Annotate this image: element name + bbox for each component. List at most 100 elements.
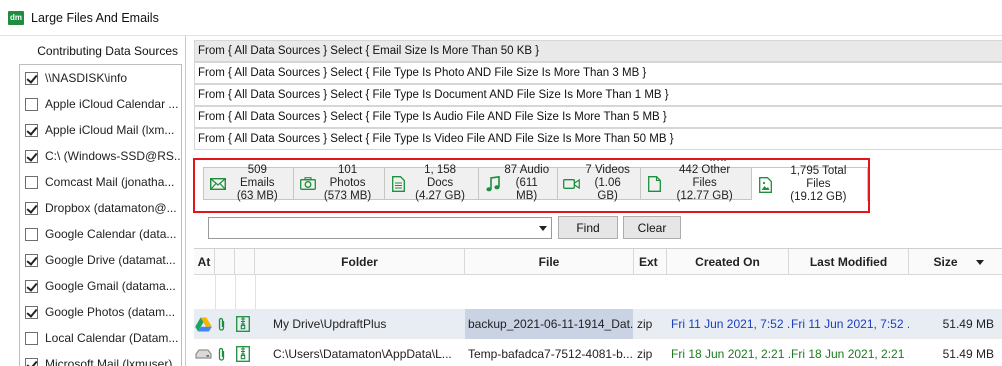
source-checkbox[interactable]	[25, 123, 38, 137]
source-label: Local Calendar (Datam...	[45, 331, 179, 345]
source-label: Google Photos (datam...	[45, 305, 176, 319]
column-header-blank[interactable]	[215, 249, 235, 275]
category-tabs: 509 Emails (63 MB) 101 Photos (573 MB) 1, …	[203, 164, 868, 203]
query-row[interactable]: From { All Data Sources } Select { Email…	[194, 40, 1002, 62]
tab-label: 1, 158 Docs (4.27 GB)	[415, 164, 465, 202]
data-sources-header: Contributing Data Sources	[37, 44, 178, 58]
source-checkbox[interactable]	[25, 201, 38, 215]
camera-icon	[299, 175, 317, 193]
table-row[interactable]: My Drive\UpdraftPlus backup_2021-06-11-1…	[194, 309, 1002, 339]
app-logo-icon: dm	[8, 11, 24, 25]
local-disk-icon	[195, 339, 215, 366]
clear-button[interactable]: Clear	[623, 216, 681, 239]
tab-label: 1,795 Total Files (19.12 GB)	[790, 165, 847, 203]
data-source-item[interactable]: Dropbox (datamaton@...	[20, 195, 181, 221]
data-source-item[interactable]: C:\ (Windows-SSD@RS...	[20, 143, 181, 169]
attachment-icon	[217, 339, 233, 366]
zip-file-icon	[236, 339, 254, 366]
data-source-list: \\NASDISK\info Apple iCloud Calendar ...…	[19, 64, 182, 366]
file-cell: Temp-bafadca7-7512-4081-b...	[468, 347, 633, 361]
main-area: From { All Data Sources } Select { Email…	[190, 36, 1002, 366]
query-row[interactable]: From { All Data Sources } Select { File …	[194, 62, 1002, 84]
find-button[interactable]: Find	[558, 216, 618, 239]
modified-cell: Fri 11 Jun 2021, 7:52 ...	[791, 317, 909, 331]
data-sources-panel: Contributing Data Sources \\NASDISK\info…	[0, 36, 186, 366]
source-label: Apple iCloud Mail (lxm...	[45, 123, 175, 137]
source-label: Google Drive (datamat...	[45, 253, 176, 267]
envelope-icon	[209, 175, 227, 193]
source-checkbox[interactable]	[25, 357, 38, 366]
column-header-size[interactable]: Size	[909, 249, 1002, 275]
source-checkbox[interactable]	[25, 71, 38, 85]
data-source-item[interactable]: Google Drive (datamat...	[20, 247, 181, 273]
data-source-item[interactable]: Google Photos (datam...	[20, 299, 181, 325]
query-row[interactable]: From { All Data Sources } Select { File …	[194, 128, 1002, 150]
tab-docs[interactable]: 1, 158 Docs (4.27 GB)	[384, 164, 479, 202]
source-checkbox[interactable]	[25, 175, 38, 189]
tab-other-files[interactable]: 442 Other Files (12.77 GB)	[640, 164, 752, 202]
grid-header: At Folder File Ext Created On Last Modif…	[194, 249, 1002, 275]
google-drive-icon	[195, 309, 215, 339]
search-input[interactable]	[208, 217, 552, 239]
query-row[interactable]: From { All Data Sources } Select { File …	[194, 84, 1002, 106]
size-cell: 51.49 MB	[942, 317, 994, 331]
column-divider	[235, 275, 236, 309]
column-header-ext[interactable]: Ext	[634, 249, 667, 275]
zip-file-icon	[236, 309, 254, 339]
source-checkbox[interactable]	[25, 305, 38, 319]
data-source-item[interactable]: Comcast Mail (jonatha...	[20, 169, 181, 195]
file-cell: backup_2021-06-11-1914_Dat...	[465, 309, 633, 339]
tab-audio[interactable]: 87 Audio (611 MB)	[478, 164, 558, 202]
column-header-last-modified[interactable]: Last Modified	[789, 249, 909, 275]
source-label: Google Gmail (datama...	[45, 279, 176, 293]
column-divider	[255, 275, 256, 309]
chevron-down-icon[interactable]	[539, 226, 547, 231]
data-source-item[interactable]: Apple iCloud Mail (lxm...	[20, 117, 181, 143]
source-label: Dropbox (datamaton@...	[45, 201, 177, 215]
title-bar: dm Large Files And Emails	[0, 0, 1002, 36]
table-row[interactable]: C:\Users\Datamaton\AppData\L... Temp-baf…	[194, 339, 1002, 366]
data-source-item[interactable]: \\NASDISK\info	[20, 65, 181, 91]
data-source-item[interactable]: Google Calendar (data...	[20, 221, 181, 247]
source-checkbox[interactable]	[25, 253, 38, 267]
size-cell: 51.49 MB	[942, 347, 994, 361]
ext-cell: zip	[637, 317, 653, 331]
folder-cell: My Drive\UpdraftPlus	[273, 317, 387, 331]
column-header-blank[interactable]	[235, 249, 255, 275]
sort-descending-icon	[976, 260, 984, 265]
results-grid: At Folder File Ext Created On Last Modif…	[194, 248, 1002, 366]
data-source-item[interactable]: Microsoft Mail (lxmuser)	[20, 351, 181, 366]
column-header-folder[interactable]: Folder	[255, 249, 465, 275]
created-cell: Fri 18 Jun 2021, 2:21 ...	[671, 347, 791, 361]
data-source-item[interactable]: Local Calendar (Datam...	[20, 325, 181, 351]
tab-label: 509 Emails (63 MB)	[236, 164, 278, 202]
column-divider	[215, 275, 216, 309]
image-file-icon	[757, 176, 775, 194]
tab-total-files[interactable]: 1,795 Total Files (19.12 GB)	[751, 165, 868, 203]
tab-emails[interactable]: 509 Emails (63 MB)	[203, 164, 294, 202]
source-checkbox[interactable]	[25, 331, 38, 345]
column-header-created-on[interactable]: Created On	[667, 249, 789, 275]
source-checkbox[interactable]	[25, 149, 38, 163]
data-source-item[interactable]: Google Gmail (datama...	[20, 273, 181, 299]
column-header-at[interactable]: At	[194, 249, 215, 275]
tab-videos[interactable]: 7 Videos (1.06 GB)	[557, 164, 641, 202]
query-row[interactable]: From { All Data Sources } Select { File …	[194, 106, 1002, 128]
category-tabs-highlight: 509 Emails (63 MB) 101 Photos (573 MB) 1, …	[193, 158, 870, 213]
source-checkbox[interactable]	[25, 97, 38, 111]
column-header-file[interactable]: File	[465, 249, 634, 275]
source-checkbox[interactable]	[25, 279, 38, 293]
file-icon	[646, 175, 664, 193]
grid-rows: My Drive\UpdraftPlus backup_2021-06-11-1…	[194, 309, 1002, 366]
source-label: Google Calendar (data...	[45, 227, 177, 241]
source-label: \\NASDISK\info	[45, 71, 128, 85]
data-source-item[interactable]: Apple iCloud Calendar ...	[20, 91, 181, 117]
created-cell: Fri 11 Jun 2021, 7:52 ...	[671, 317, 791, 331]
query-list: From { All Data Sources } Select { Email…	[194, 40, 1002, 160]
document-icon	[390, 175, 408, 193]
source-checkbox[interactable]	[25, 227, 38, 241]
source-label: Microsoft Mail (lxmuser)	[45, 357, 173, 366]
tab-photos[interactable]: 101 Photos (573 MB)	[293, 164, 385, 202]
tab-label: 442 Other Files (12.77 GB)	[676, 164, 733, 202]
folder-cell: C:\Users\Datamaton\AppData\L...	[273, 347, 452, 361]
